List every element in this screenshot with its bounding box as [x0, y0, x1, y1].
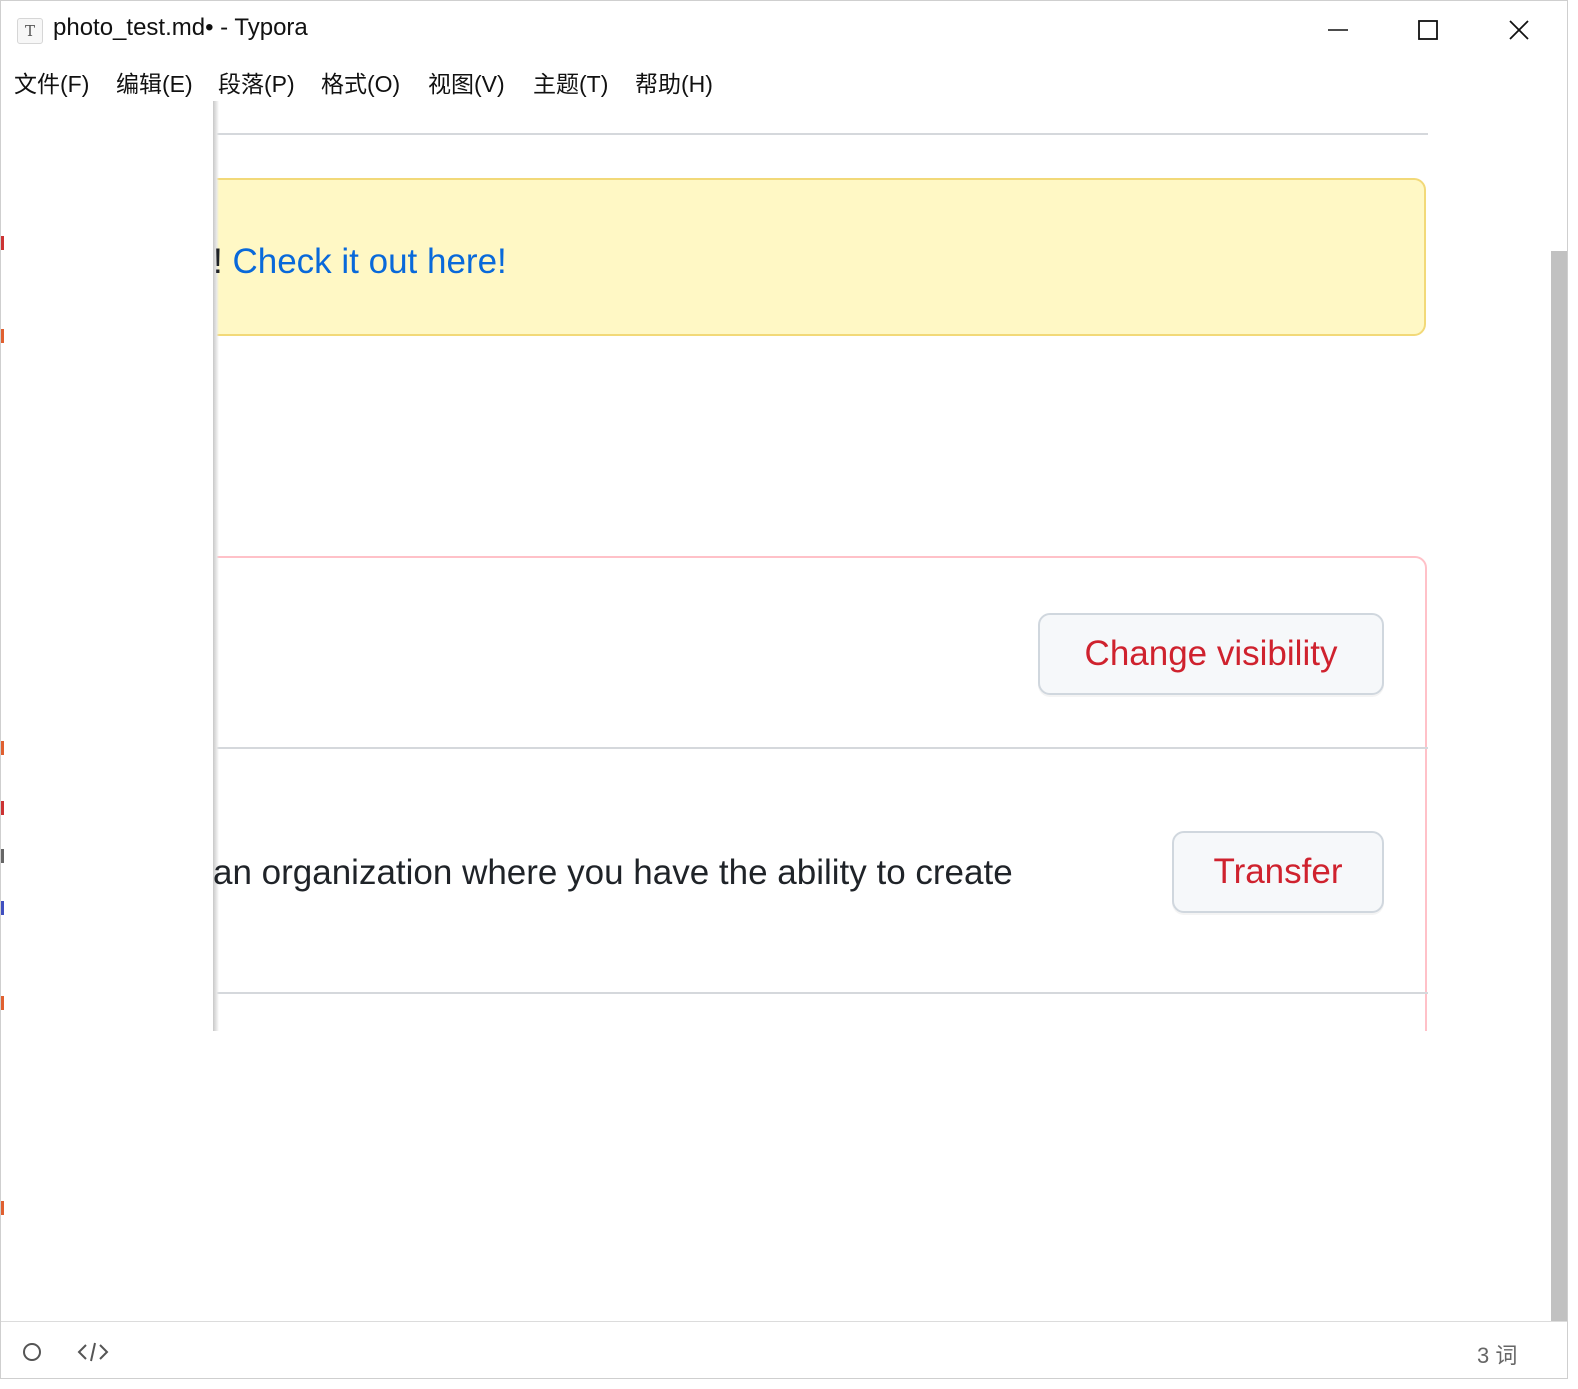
edge-mark	[1, 996, 4, 1010]
maximize-button[interactable]	[1383, 1, 1473, 59]
menu-help[interactable]: 帮助(H)	[635, 65, 713, 99]
typora-window: T photo_test.md• - Typora 文件(F) 编辑(E) 段落…	[0, 0, 1568, 1379]
notice-text: ! Check it out here!	[213, 242, 507, 282]
menu-bar: 文件(F) 编辑(E) 段落(P) 格式(O) 视图(V) 主题(T) 帮助(H…	[1, 59, 1567, 101]
menu-paragraph[interactable]: 段落(P)	[218, 65, 295, 99]
row-divider	[215, 992, 1428, 994]
close-button[interactable]	[1474, 1, 1564, 59]
edge-mark	[1, 801, 4, 815]
minimize-icon	[1328, 29, 1348, 31]
check-it-out-link[interactable]: Check it out here!	[232, 242, 506, 281]
menu-format[interactable]: 格式(O)	[321, 65, 400, 99]
menu-edit[interactable]: 编辑(E)	[116, 65, 193, 99]
edge-mark	[1, 329, 4, 343]
code-icon[interactable]	[77, 1341, 109, 1363]
notice-prefix: !	[213, 242, 233, 281]
minimize-button[interactable]	[1293, 1, 1383, 59]
vertical-scrollbar[interactable]	[1551, 251, 1567, 1321]
maximize-icon	[1418, 20, 1438, 40]
horizontal-rule	[213, 133, 1428, 135]
edge-mark	[1, 236, 4, 250]
left-edge-strip	[1, 101, 5, 1321]
status-bar: 3 词	[1, 1321, 1567, 1380]
transfer-button[interactable]: Transfer	[1172, 831, 1384, 913]
menu-theme[interactable]: 主题(T)	[533, 65, 608, 99]
row-divider	[215, 747, 1428, 749]
close-icon	[1509, 20, 1529, 40]
menu-file[interactable]: 文件(F)	[14, 65, 89, 99]
edge-mark	[1, 741, 4, 755]
circle-icon[interactable]	[23, 1343, 41, 1361]
edge-mark	[1, 1201, 4, 1215]
transfer-description: an organization where you have the abili…	[213, 853, 1013, 892]
window-title: photo_test.md• - Typora	[53, 14, 308, 41]
word-count[interactable]: 3 词	[1477, 1338, 1517, 1370]
title-bar: T photo_test.md• - Typora	[1, 1, 1567, 59]
typora-app-icon: T	[17, 18, 43, 44]
edge-mark	[1, 901, 4, 915]
menu-view[interactable]: 视图(V)	[428, 65, 505, 99]
edge-mark	[1, 849, 4, 863]
change-visibility-button[interactable]: Change visibility	[1038, 613, 1384, 695]
